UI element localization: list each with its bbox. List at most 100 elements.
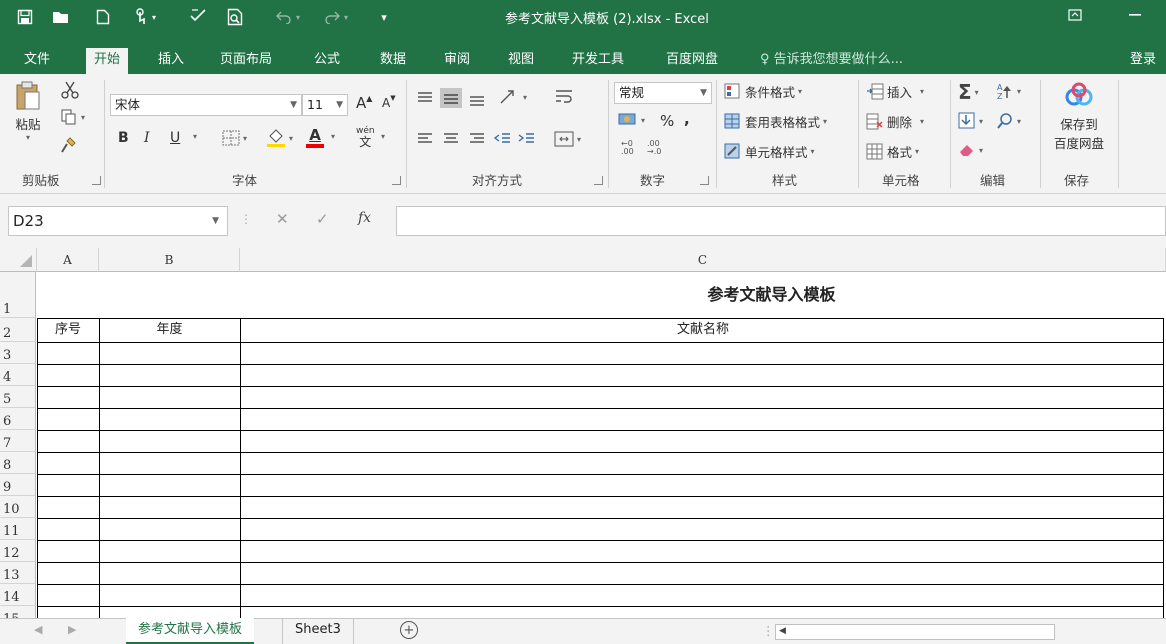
fill-color-button[interactable]: ▾ <box>266 128 293 148</box>
redo-icon[interactable]: ▾ <box>316 6 356 28</box>
ribbon-display-options-icon[interactable] <box>1062 4 1088 26</box>
wrap-text-icon[interactable] <box>554 88 574 106</box>
align-bottom-icon[interactable] <box>468 90 486 106</box>
format-cells-button[interactable]: 格式 ▾ <box>866 142 919 161</box>
sheet-tab-sheet3[interactable]: Sheet3 <box>282 618 354 644</box>
formula-input[interactable] <box>396 206 1166 236</box>
font-color-button[interactable]: A <box>306 126 324 148</box>
find-select-button[interactable]: ▾ <box>996 112 1021 130</box>
row-header[interactable]: 14 <box>0 584 36 606</box>
font-size-select[interactable]: 11 ▼ <box>302 94 348 116</box>
font-launcher-icon[interactable] <box>392 176 401 185</box>
decrease-indent-icon[interactable] <box>494 132 512 146</box>
select-all-corner[interactable] <box>0 248 37 272</box>
row-header[interactable]: 7 <box>0 430 36 452</box>
sheet-tab-template[interactable]: 参考文献导入模板 <box>126 618 255 644</box>
row-header[interactable]: 6 <box>0 408 36 430</box>
scroll-tabs-right-icon[interactable]: ▶ <box>68 623 76 636</box>
row-header[interactable]: 2 <box>0 318 36 342</box>
add-sheet-button[interactable]: + <box>400 621 418 639</box>
sort-filter-button[interactable]: AZ ▾ <box>996 82 1021 100</box>
conditional-formatting-button[interactable]: 条件格式 ▾ <box>724 82 802 101</box>
format-painter-icon[interactable] <box>60 136 78 154</box>
phonetic-dropdown[interactable]: ▾ <box>378 132 385 141</box>
clipboard-launcher-icon[interactable] <box>92 176 101 185</box>
accounting-format-icon[interactable]: ▾ <box>618 112 645 128</box>
align-center-icon[interactable] <box>442 132 460 146</box>
align-top-icon[interactable] <box>416 90 434 106</box>
touch-mode-icon[interactable]: ▾ <box>128 6 162 28</box>
number-launcher-icon[interactable] <box>700 176 709 185</box>
scroll-tabs-left-icon[interactable]: ◀ <box>34 623 42 636</box>
header-cell-year[interactable]: 年度 <box>99 318 240 342</box>
tab-baidu-netdisk[interactable]: 百度网盘 <box>666 46 718 74</box>
shrink-font-button[interactable]: A ▼ <box>382 94 396 110</box>
row-header[interactable]: 13 <box>0 562 36 584</box>
row-header[interactable]: 10 <box>0 496 36 518</box>
column-header-c[interactable]: C <box>240 248 1166 272</box>
orientation-icon[interactable]: ▾ <box>498 88 527 106</box>
number-format-select[interactable]: 常规 ▼ <box>614 82 712 104</box>
cut-icon[interactable] <box>60 80 80 100</box>
alignment-launcher-icon[interactable] <box>594 176 603 185</box>
new-file-icon[interactable] <box>92 6 114 28</box>
tab-page-layout[interactable]: 页面布局 <box>220 46 272 74</box>
font-name-select[interactable]: 宋体 ▼ <box>110 94 302 116</box>
formula-bar-grip[interactable]: ⋮ <box>240 212 252 226</box>
fill-button[interactable]: ▾ <box>958 112 983 130</box>
insert-function-icon[interactable]: fx <box>358 210 371 226</box>
save-to-baidu-button[interactable]: 保存到 百度网盘 <box>1046 82 1112 152</box>
row-header[interactable]: 3 <box>0 342 36 364</box>
print-preview-icon[interactable] <box>224 6 246 28</box>
cell-styles-button[interactable]: 单元格样式 ▾ <box>724 142 815 161</box>
row-header[interactable]: 1 <box>0 272 36 318</box>
save-icon[interactable] <box>14 6 36 28</box>
row-header[interactable]: 12 <box>0 540 36 562</box>
tab-data[interactable]: 数据 <box>380 46 406 74</box>
comma-style-button[interactable]: , <box>684 110 690 128</box>
clear-button[interactable]: ▾ <box>958 142 983 158</box>
spellcheck-icon[interactable] <box>186 6 210 28</box>
tell-me-search[interactable]: ♀ 告诉我您想要做什么... <box>760 46 903 74</box>
login-link[interactable]: 登录 <box>1130 46 1156 74</box>
tab-review[interactable]: 审阅 <box>444 46 470 74</box>
name-box[interactable]: D23 ▼ <box>8 206 228 236</box>
delete-cells-button[interactable]: 删除 ▾ <box>866 112 924 131</box>
grow-font-button[interactable]: A ▲ <box>356 94 372 113</box>
percent-style-button[interactable]: % <box>660 112 674 130</box>
row-header[interactable]: 8 <box>0 452 36 474</box>
horizontal-scrollbar[interactable]: ◀ <box>775 624 1055 640</box>
column-header-a[interactable]: A <box>37 248 99 272</box>
paste-button[interactable]: 粘贴 ▾ <box>14 80 42 142</box>
increase-indent-icon[interactable] <box>518 132 536 146</box>
format-as-table-button[interactable]: 套用表格格式 ▾ <box>724 112 827 131</box>
row-header[interactable]: 9 <box>0 474 36 496</box>
cancel-entry-icon[interactable]: ✕ <box>276 210 289 228</box>
row-header[interactable]: 5 <box>0 386 36 408</box>
underline-dropdown[interactable]: ▾ <box>190 132 197 141</box>
row-header[interactable]: 4 <box>0 364 36 386</box>
merge-center-icon[interactable]: ▾ <box>554 130 581 148</box>
italic-button[interactable]: I <box>144 130 150 146</box>
undo-icon[interactable]: ▾ <box>268 6 308 28</box>
copy-icon[interactable]: ▾ <box>60 108 85 126</box>
sheet-title-cell[interactable]: 参考文献导入模板 <box>37 272 1166 318</box>
header-cell-index[interactable]: 序号 <box>37 318 99 342</box>
autosum-button[interactable]: Σ ▾ <box>958 80 979 104</box>
scroll-left-icon[interactable]: ◀ <box>779 626 786 636</box>
tab-splitter[interactable]: ⋮ <box>762 623 775 638</box>
header-cell-title[interactable]: 文献名称 <box>240 318 1166 342</box>
borders-button[interactable]: ▾ <box>222 130 247 146</box>
underline-button[interactable]: U <box>170 130 180 146</box>
tab-developer[interactable]: 开发工具 <box>572 46 624 74</box>
customize-toolbar-icon[interactable]: ▾ <box>374 6 394 28</box>
insert-cells-button[interactable]: 插入 ▾ <box>866 82 924 101</box>
column-header-b[interactable]: B <box>99 248 240 272</box>
tab-view[interactable]: 视图 <box>508 46 534 74</box>
tab-home[interactable]: 开始 <box>86 48 129 74</box>
align-right-icon[interactable] <box>468 132 486 146</box>
tab-formulas[interactable]: 公式 <box>314 46 340 74</box>
row-header[interactable]: 15 <box>0 606 36 618</box>
align-middle-icon[interactable] <box>440 88 462 108</box>
align-left-icon[interactable] <box>416 132 434 146</box>
